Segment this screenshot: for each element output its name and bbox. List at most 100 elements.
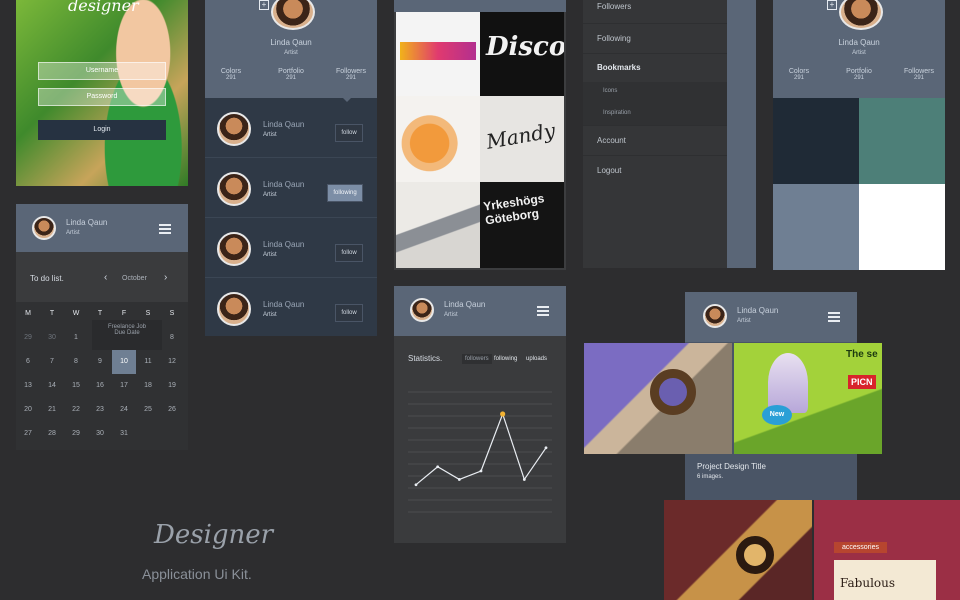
- follower-row[interactable]: Linda Qaun Artist follow: [205, 98, 377, 158]
- profile-header: + Linda Qaun Artist Colors 291 Portfolio…: [773, 0, 945, 98]
- menu-icon[interactable]: [828, 312, 840, 322]
- day[interactable]: 19: [160, 374, 184, 398]
- avatar[interactable]: [410, 298, 434, 322]
- selected-day[interactable]: 10: [112, 350, 136, 374]
- avatar[interactable]: [703, 304, 727, 328]
- avatar[interactable]: [32, 216, 56, 240]
- day[interactable]: 11: [136, 350, 160, 374]
- stat-colors[interactable]: Colors 291: [779, 68, 819, 81]
- day[interactable]: 27: [16, 422, 40, 446]
- day[interactable]: 7: [40, 350, 64, 374]
- day[interactable]: 20: [16, 398, 40, 422]
- day[interactable]: 8: [160, 326, 184, 350]
- day[interactable]: 16: [88, 374, 112, 398]
- avatar[interactable]: [217, 232, 251, 266]
- stats-tab-following[interactable]: following: [494, 354, 517, 364]
- login-button[interactable]: Login: [38, 120, 166, 140]
- chevron-right-icon[interactable]: ›: [164, 272, 167, 283]
- menu-icon[interactable]: [159, 224, 171, 234]
- gallery-image[interactable]: The se PICN New: [734, 343, 882, 454]
- day[interactable]: 18: [136, 374, 160, 398]
- follow-button[interactable]: follow: [335, 124, 363, 142]
- follow-button[interactable]: follow: [335, 304, 363, 322]
- avatar[interactable]: [839, 0, 883, 30]
- menu-panel: Followers Following Bookmarks Icons Insp…: [583, 0, 727, 268]
- day[interactable]: 31: [112, 422, 136, 446]
- avatar[interactable]: [217, 172, 251, 206]
- day[interactable]: 28: [40, 422, 64, 446]
- portfolio-tile[interactable]: Mandy: [480, 96, 564, 182]
- day[interactable]: 8: [64, 350, 88, 374]
- portfolio-tile[interactable]: [396, 96, 480, 182]
- profile-role: Artist: [852, 50, 866, 56]
- menu-item-logout[interactable]: Logout: [583, 156, 727, 186]
- statistics-title: Statistics.: [408, 354, 443, 363]
- menu-icon[interactable]: [537, 306, 549, 316]
- gallery-image[interactable]: [584, 343, 732, 454]
- color-swatch[interactable]: [859, 184, 945, 270]
- menu-item-followers[interactable]: Followers: [583, 0, 727, 24]
- follower-row[interactable]: Linda Qaun Artist following: [205, 158, 377, 218]
- menu-item-bookmarks[interactable]: Bookmarks: [583, 54, 727, 82]
- image-ring: [736, 536, 774, 574]
- day[interactable]: 29: [64, 422, 88, 446]
- day[interactable]: [136, 422, 160, 446]
- add-icon[interactable]: +: [827, 0, 837, 10]
- submenu-item-inspiration[interactable]: Inspiration: [583, 104, 727, 126]
- day[interactable]: 13: [16, 374, 40, 398]
- stat-colors[interactable]: Colors 291: [211, 68, 251, 81]
- day[interactable]: 30: [88, 422, 112, 446]
- day[interactable]: 30: [40, 326, 64, 350]
- gallery-image[interactable]: [664, 500, 812, 600]
- gallery-image[interactable]: accessories Fabulous: [814, 500, 960, 600]
- ice-cream: [768, 353, 808, 413]
- day[interactable]: 14: [40, 374, 64, 398]
- stat-followers[interactable]: Followers 291: [329, 68, 373, 81]
- stat-portfolio[interactable]: Portfolio 291: [839, 68, 879, 81]
- day[interactable]: 29: [16, 326, 40, 350]
- portfolio-tile[interactable]: Yrkeshögs Göteborg: [480, 182, 564, 268]
- add-icon[interactable]: +: [259, 0, 269, 10]
- day[interactable]: 15: [64, 374, 88, 398]
- day[interactable]: 1: [64, 326, 88, 350]
- following-button[interactable]: following: [327, 184, 363, 202]
- day[interactable]: 26: [160, 398, 184, 422]
- portfolio-tile[interactable]: [396, 182, 480, 268]
- tile-text: Disco: [486, 32, 564, 62]
- day[interactable]: 24: [112, 398, 136, 422]
- color-swatch[interactable]: [859, 98, 945, 184]
- chevron-left-icon[interactable]: ‹: [104, 272, 107, 283]
- day[interactable]: 22: [64, 398, 88, 422]
- color-swatch[interactable]: [773, 98, 859, 184]
- stats-tab-uploads[interactable]: uploads: [526, 354, 547, 364]
- portfolio-tile[interactable]: Disco: [480, 12, 564, 96]
- stat-portfolio[interactable]: Portfolio 291: [271, 68, 311, 81]
- day[interactable]: 25: [136, 398, 160, 422]
- day[interactable]: 12: [160, 350, 184, 374]
- menu-item-account[interactable]: Account: [583, 126, 727, 156]
- avatar[interactable]: [217, 292, 251, 326]
- day[interactable]: 23: [88, 398, 112, 422]
- follower-name: Linda Qaun: [263, 180, 305, 189]
- password-field[interactable]: Password: [38, 88, 166, 106]
- follower-row[interactable]: Linda Qaun Artist follow: [205, 218, 377, 278]
- submenu-item-icons[interactable]: Icons: [583, 82, 727, 104]
- color-swatch[interactable]: [773, 184, 859, 270]
- month-label: October: [122, 275, 147, 282]
- day[interactable]: 6: [16, 350, 40, 374]
- stats-tab-followers[interactable]: followers: [462, 354, 492, 364]
- calendar-header: Linda Qaun Artist: [16, 204, 188, 252]
- day[interactable]: 21: [40, 398, 64, 422]
- follower-row[interactable]: Linda Qaun Artist follow: [205, 278, 377, 336]
- avatar[interactable]: [271, 0, 315, 30]
- avatar[interactable]: [217, 112, 251, 146]
- follow-button[interactable]: follow: [335, 244, 363, 262]
- day[interactable]: [160, 422, 184, 446]
- day[interactable]: 9: [88, 350, 112, 374]
- menu-item-following[interactable]: Following: [583, 24, 727, 54]
- weekday: T: [49, 310, 55, 317]
- portfolio-tile[interactable]: [396, 12, 480, 96]
- day[interactable]: 17: [112, 374, 136, 398]
- stat-followers[interactable]: Followers 291: [897, 68, 941, 81]
- username-field[interactable]: Username: [38, 62, 166, 80]
